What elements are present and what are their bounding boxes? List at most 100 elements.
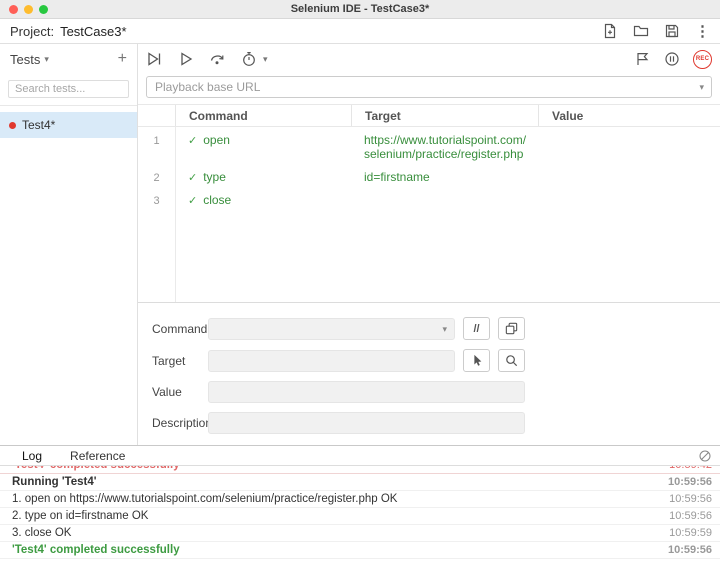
- command-row[interactable]: 3 ✓ close: [138, 187, 720, 210]
- log-entry-text: 2. type on id=firstname OK: [12, 510, 149, 522]
- log-entry-text: 1. open on https://www.tutorialspoint.co…: [12, 493, 398, 505]
- copy-step-button[interactable]: [498, 317, 525, 340]
- tests-dropdown[interactable]: Tests: [10, 52, 40, 67]
- log-entry: 3. close OK 10:59:59: [0, 525, 720, 542]
- close-window-button[interactable]: [9, 4, 18, 14]
- log-entry-clipped: 'Test4' completed successfully 10:59:42: [0, 466, 720, 474]
- log-entries: Running 'Test4' 10:59:56 1. open on https:…: [0, 474, 720, 569]
- log-entry-time: 10:59:56: [667, 544, 712, 556]
- more-menu-icon[interactable]: ⋮: [695, 24, 710, 39]
- pause-on-exceptions-icon[interactable]: [664, 51, 680, 67]
- chevron-down-icon: ▾: [699, 82, 704, 92]
- toggle-xpath-button[interactable]: //: [463, 317, 490, 340]
- playback-base-url-field[interactable]: ▾: [146, 76, 712, 98]
- log-entry: 1. open on https://www.tutorialspoint.co…: [0, 491, 720, 508]
- copy-icon: [505, 322, 518, 335]
- target-field-label: Target: [152, 353, 186, 368]
- log-entry-text: 'Test4' completed successfully: [12, 466, 669, 471]
- command-cell: ✓ close: [175, 187, 351, 210]
- command-input[interactable]: [209, 318, 454, 339]
- log-entry: 'Test4' completed successfully 10:59:56: [0, 542, 720, 559]
- minimize-window-button[interactable]: [24, 4, 33, 14]
- chevron-down-icon: ▾: [44, 53, 49, 64]
- log-entry-time: 10:59:56: [667, 476, 712, 488]
- recording-dot-icon: [9, 121, 16, 129]
- target-cell: [351, 187, 538, 210]
- cursor-icon: [473, 354, 481, 366]
- zoom-window-button[interactable]: [39, 4, 48, 14]
- row-number: 3: [153, 195, 160, 207]
- stopwatch-icon: [243, 52, 255, 66]
- search-tests-input[interactable]: [8, 80, 129, 98]
- record-button[interactable]: REC: [693, 49, 712, 69]
- test-speed-control[interactable]: ▾: [241, 51, 268, 67]
- value-cell: [538, 187, 720, 210]
- value-input[interactable]: [209, 382, 524, 402]
- command-field[interactable]: ▾: [208, 317, 455, 340]
- check-icon: ✓: [188, 195, 198, 207]
- command-column-header: Command: [175, 105, 351, 126]
- disable-breakpoints-icon[interactable]: [634, 51, 651, 67]
- add-test-button[interactable]: +: [118, 51, 127, 67]
- target-column-header: Target: [351, 105, 538, 126]
- project-name: TestCase3*: [60, 23, 127, 39]
- command-cell: ✓ type: [175, 164, 351, 187]
- command-field-label: Command: [152, 321, 208, 336]
- select-target-button[interactable]: [463, 349, 490, 372]
- command-row[interactable]: 2 ✓ type id=firstname: [138, 164, 720, 187]
- command-row[interactable]: 1 ✓ open https://www.tutorialspoint.com/sel…: [138, 127, 720, 164]
- main-panel: ▾ REC Playback base URL ▾ Command Target…: [138, 44, 720, 445]
- log-entry-time: 10:59:42: [669, 466, 712, 471]
- log-entry-text: 3. close OK: [12, 527, 72, 539]
- target-cell: https://www.tutorialspoint.com/selenium/…: [364, 133, 527, 161]
- save-project-icon[interactable]: [664, 23, 680, 39]
- log-entry-time: 10:59:59: [669, 527, 712, 539]
- description-field[interactable]: [208, 412, 525, 434]
- chevron-down-icon: ▾: [442, 323, 447, 334]
- value-cell: [538, 164, 720, 187]
- command-cell: ✓ open: [175, 127, 351, 164]
- command-name: close: [203, 193, 232, 207]
- log-entry-time: 10:59:56: [669, 493, 712, 505]
- step-over-icon[interactable]: [209, 51, 226, 67]
- tests-sidebar: Tests ▾ + Test4*: [0, 44, 138, 445]
- new-project-icon[interactable]: [602, 23, 618, 39]
- row-number: 2: [153, 172, 160, 184]
- open-project-icon[interactable]: [633, 23, 649, 39]
- find-target-button[interactable]: [498, 349, 525, 372]
- target-field[interactable]: [208, 349, 455, 372]
- playback-base-url-input[interactable]: [147, 77, 711, 97]
- chevron-down-icon: ▾: [263, 53, 268, 64]
- test-name: Test4*: [22, 118, 56, 132]
- search-icon: [506, 355, 518, 367]
- project-bar: Project: TestCase3* ⋮: [0, 19, 720, 44]
- step-editor: Command ▾ // Target Value Description: [138, 303, 720, 445]
- value-column-header: Value: [538, 105, 720, 126]
- value-field[interactable]: [208, 381, 525, 403]
- test-list: Test4*: [0, 106, 137, 138]
- log-entry-time: 10:59:56: [669, 510, 712, 522]
- description-field-label: Description: [152, 416, 213, 430]
- command-table-header: Command Target Value: [138, 104, 720, 127]
- traffic-lights: [9, 4, 48, 14]
- clear-log-icon[interactable]: [698, 449, 712, 463]
- log-entry: Running 'Test4' 10:59:56: [0, 474, 720, 491]
- value-field-label: Value: [152, 385, 182, 399]
- check-icon: ✓: [188, 135, 198, 147]
- project-label: Project:: [10, 23, 55, 39]
- check-icon: ✓: [188, 172, 198, 184]
- tab-log[interactable]: Log: [8, 449, 56, 463]
- value-cell: [538, 127, 720, 164]
- command-name: type: [203, 170, 226, 184]
- run-all-tests-icon[interactable]: [146, 51, 163, 67]
- target-input[interactable]: [209, 350, 454, 371]
- description-input[interactable]: [209, 413, 524, 433]
- tab-reference[interactable]: Reference: [56, 449, 139, 463]
- log-entry-text: 'Test4' completed successfully: [12, 544, 180, 556]
- row-number-header: [138, 105, 175, 126]
- row-number: 1: [153, 135, 160, 147]
- test-list-item[interactable]: Test4*: [0, 112, 137, 138]
- run-current-test-icon[interactable]: [178, 51, 194, 67]
- window-title: Selenium IDE - TestCase3*: [290, 3, 430, 15]
- window-titlebar: Selenium IDE - TestCase3*: [0, 0, 720, 19]
